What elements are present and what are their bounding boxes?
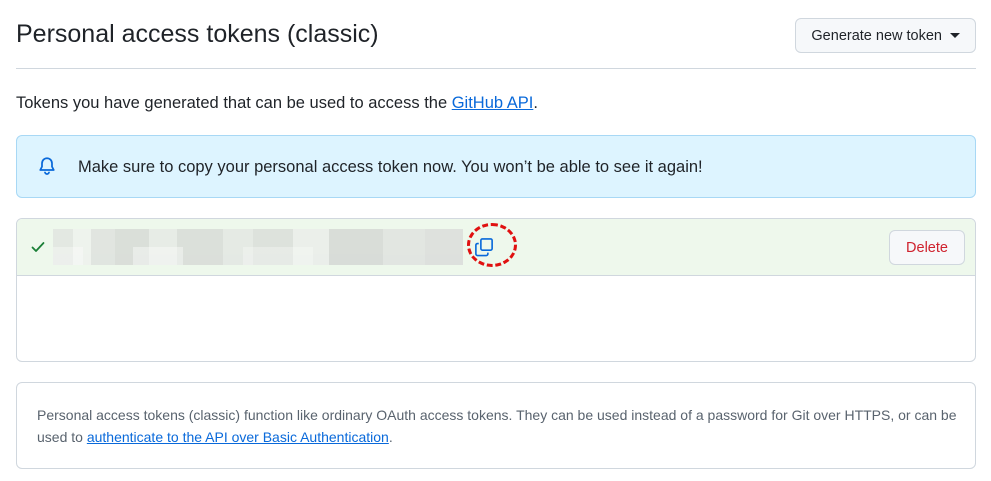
info-box: Personal access tokens (classic) functio…	[16, 382, 976, 469]
token-row: Delete	[17, 219, 975, 276]
intro-text: Tokens you have generated that can be us…	[16, 92, 538, 114]
info-text: Personal access tokens (classic) functio…	[37, 404, 957, 448]
generate-new-token-button[interactable]: Generate new token	[795, 18, 976, 53]
intro-text-before: Tokens you have generated that can be us…	[16, 94, 452, 112]
flash-message: Make sure to copy your personal access t…	[78, 158, 703, 176]
delete-token-button[interactable]: Delete	[889, 230, 965, 265]
copy-icon	[475, 238, 493, 257]
token-value-redacted	[53, 229, 463, 265]
intro-text-after: .	[533, 94, 538, 112]
page: Personal access tokens (classic) Generat…	[0, 0, 991, 481]
generate-new-token-label: Generate new token	[811, 27, 942, 44]
copy-token-button[interactable]	[473, 236, 495, 258]
page-title: Personal access tokens (classic)	[16, 20, 379, 48]
info-text-after: .	[388, 429, 393, 445]
check-icon	[31, 242, 45, 252]
github-api-link[interactable]: GitHub API	[452, 94, 534, 112]
copy-token-flash: Make sure to copy your personal access t…	[16, 135, 976, 198]
caret-down-icon	[950, 33, 960, 38]
page-header: Personal access tokens (classic) Generat…	[16, 0, 976, 69]
token-list: Delete	[16, 218, 976, 362]
basic-auth-link[interactable]: authenticate to the API over Basic Authe…	[87, 429, 389, 445]
bell-icon	[39, 157, 55, 175]
